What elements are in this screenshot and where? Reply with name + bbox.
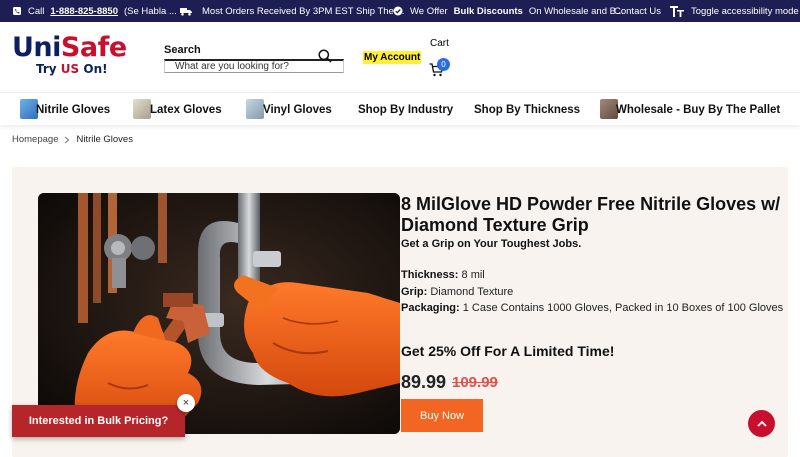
spec-thickness: Thickness: 8 mil [401, 269, 485, 281]
nav-item-wholesale[interactable]: Wholesale - Buy By The Pallet [616, 93, 780, 126]
phone-suffix: (Se Habla ... [123, 5, 177, 17]
announcement-bar: Call 1-888-825-8850 (Se Habla ... Most O… [0, 0, 800, 22]
breadcrumb: Homepage Nitrile Gloves [12, 134, 133, 145]
product-title: 8 MilGlove HD Powder Free Nitrile Gloves… [401, 194, 781, 235]
spec-packaging: Packaging: 1 Case Contains 1000 Gloves, … [401, 302, 784, 314]
spec-grip: Grip: Diamond Texture [401, 286, 514, 298]
vinyl-gloves-thumb [246, 99, 264, 119]
cart-label[interactable]: Cart [430, 38, 449, 49]
logo-wordmark: UniSafe [12, 32, 127, 63]
close-icon[interactable]: × [177, 394, 195, 412]
cart-count-badge: 0 [437, 58, 450, 71]
truck-icon [180, 7, 192, 16]
product-subtitle: Get a Grip on Your Toughest Jobs. [401, 238, 582, 250]
original-price: 109.99 [452, 374, 498, 391]
contact-label: Contact Us [614, 5, 661, 17]
unisafe-logo[interactable]: UniSafe Try US On! [12, 34, 147, 84]
search-label: Search [164, 44, 201, 56]
phone-link[interactable]: Call 1-888-825-8850 (Se Habla ... [12, 0, 177, 22]
chevron-right-icon [65, 136, 70, 143]
shipping-text: Most Orders Received By 3PM EST Ship The… [202, 5, 405, 17]
breadcrumb-home[interactable]: Homepage [12, 134, 58, 145]
latex-gloves-thumb [133, 99, 151, 119]
check-badge-icon [393, 6, 403, 16]
product-photo [38, 193, 400, 434]
bulk-pricing-button[interactable]: Interested in Bulk Pricing? [12, 405, 185, 437]
accessibility-toggle[interactable]: Toggle accessibility mode [670, 0, 799, 22]
shipping-notice[interactable]: Most Orders Received By 3PM EST Ship The… [180, 0, 404, 22]
nav-item-shop-by-thickness[interactable]: Shop By Thickness [474, 93, 580, 126]
discount-suffix: On Wholesale and B... [528, 5, 624, 17]
phone-icon [13, 7, 21, 15]
promo-text: Get 25% Off For A Limited Time! [401, 343, 615, 359]
nav-item-nitrile-gloves[interactable]: Nitrile Gloves [36, 93, 110, 126]
scroll-to-top-button[interactable] [748, 410, 775, 437]
nav-item-latex-gloves[interactable]: Latex Gloves [150, 93, 222, 126]
site-header: UniSafe Try US On! Search My Account Car… [0, 22, 800, 92]
accessibility-label: Toggle accessibility mode [691, 5, 799, 17]
breadcrumb-current: Nitrile Gloves [76, 134, 133, 145]
bulk-discount-notice[interactable]: We Offer Bulk Discounts On Wholesale and… [393, 0, 624, 22]
my-account-link[interactable]: My Account [363, 51, 422, 64]
discount-prefix: We Offer [410, 5, 448, 17]
buy-now-button[interactable]: Buy Now [401, 399, 483, 432]
text-size-icon [670, 5, 684, 17]
nav-item-shop-by-industry[interactable]: Shop By Industry [358, 93, 453, 126]
sale-price: 89.99 [401, 372, 447, 392]
contact-link[interactable]: Contact Us [614, 0, 661, 22]
logo-tagline: Try US On! [36, 62, 108, 76]
chevron-up-icon [756, 420, 767, 427]
search-icon[interactable] [318, 49, 332, 63]
search-input[interactable] [164, 59, 344, 73]
nav-item-vinyl-gloves[interactable]: Vinyl Gloves [263, 93, 332, 126]
phone-prefix: Call [28, 5, 45, 17]
main-nav: Nitrile Gloves Latex Gloves Vinyl Gloves… [0, 92, 800, 125]
phone-number[interactable]: 1-888-825-8850 [50, 6, 118, 17]
discount-bold: Bulk Discounts [453, 5, 523, 17]
